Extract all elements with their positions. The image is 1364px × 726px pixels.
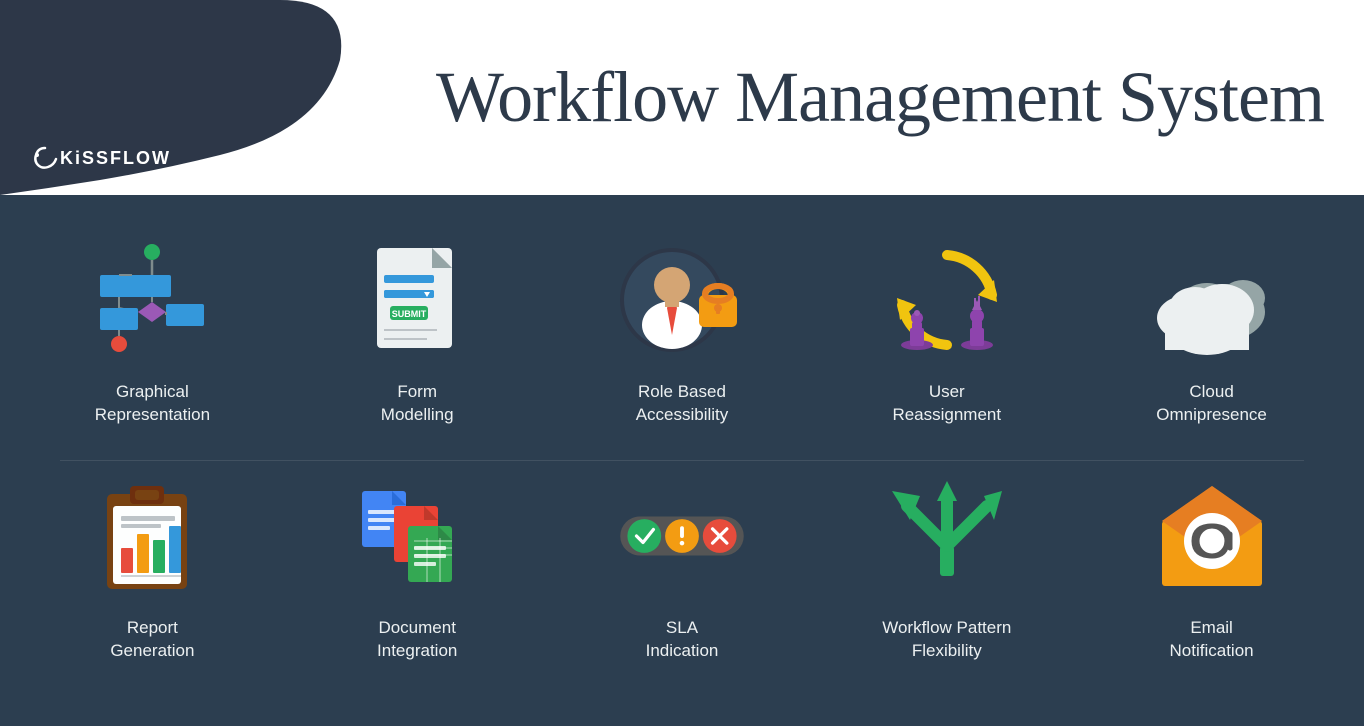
feature-graphical-representation: GraphicalRepresentation bbox=[52, 235, 252, 427]
header: KiSSFLOW Workflow Management System bbox=[0, 0, 1364, 195]
logo-area: KiSSFLOW bbox=[30, 143, 171, 173]
feature-document-integration: DocumentIntegration bbox=[317, 471, 517, 663]
feature-form-modelling: SUBMIT FormModelling bbox=[317, 235, 517, 427]
cloud-omnipresence-icon bbox=[1147, 240, 1277, 360]
document-integration-label: DocumentIntegration bbox=[377, 617, 457, 663]
feature-workflow-pattern: Workflow PatternFlexibility bbox=[847, 471, 1047, 663]
document-integration-icon bbox=[352, 476, 482, 596]
feature-cloud-omnipresence: CloudOmnipresence bbox=[1112, 235, 1312, 427]
form-modelling-icon: SUBMIT bbox=[362, 240, 472, 360]
svg-text:SUBMIT: SUBMIT bbox=[392, 309, 427, 319]
workflow-pattern-label: Workflow PatternFlexibility bbox=[882, 617, 1011, 663]
sla-indication-icon-container bbox=[617, 471, 747, 601]
features-row-1: GraphicalRepresentation bbox=[20, 225, 1344, 460]
graphical-representation-icon bbox=[92, 240, 212, 360]
role-based-label: Role BasedAccessibility bbox=[636, 381, 729, 427]
kissflow-logo-icon bbox=[30, 143, 60, 173]
document-integration-icon-container bbox=[352, 471, 482, 601]
email-notification-icon-container bbox=[1147, 471, 1277, 601]
user-reassignment-icon bbox=[882, 240, 1012, 360]
sla-indication-label: SLAIndication bbox=[646, 617, 719, 663]
email-notification-icon bbox=[1152, 476, 1272, 596]
feature-sla-indication: SLAIndication bbox=[582, 471, 782, 663]
sla-indication-icon bbox=[617, 491, 747, 581]
cloud-omnipresence-label: CloudOmnipresence bbox=[1156, 381, 1267, 427]
feature-report-generation: ReportGeneration bbox=[52, 471, 252, 663]
logo-text: KiSSFLOW bbox=[60, 148, 171, 169]
cloud-omnipresence-icon-container bbox=[1147, 235, 1277, 365]
feature-user-reassignment: UserReassignment bbox=[847, 235, 1047, 427]
content-area: GraphicalRepresentation bbox=[0, 195, 1364, 726]
page-title: Workflow Management System bbox=[280, 56, 1364, 139]
features-row-2: ReportGeneration bbox=[20, 461, 1344, 696]
graphical-representation-icon-container bbox=[87, 235, 217, 365]
form-modelling-label: FormModelling bbox=[381, 381, 454, 427]
email-notification-label: EmailNotification bbox=[1170, 617, 1254, 663]
role-based-icon-container bbox=[617, 235, 747, 365]
feature-email-notification: EmailNotification bbox=[1112, 471, 1312, 663]
form-modelling-icon-container: SUBMIT bbox=[352, 235, 482, 365]
feature-role-based: Role BasedAccessibility bbox=[582, 235, 782, 427]
user-reassignment-icon-container bbox=[882, 235, 1012, 365]
workflow-pattern-icon bbox=[882, 476, 1012, 596]
user-reassignment-label: UserReassignment bbox=[892, 381, 1001, 427]
workflow-pattern-icon-container bbox=[882, 471, 1012, 601]
graphical-representation-label: GraphicalRepresentation bbox=[95, 381, 210, 427]
report-generation-icon bbox=[95, 476, 210, 596]
role-based-icon bbox=[617, 240, 747, 360]
report-generation-label: ReportGeneration bbox=[110, 617, 194, 663]
report-generation-icon-container bbox=[87, 471, 217, 601]
